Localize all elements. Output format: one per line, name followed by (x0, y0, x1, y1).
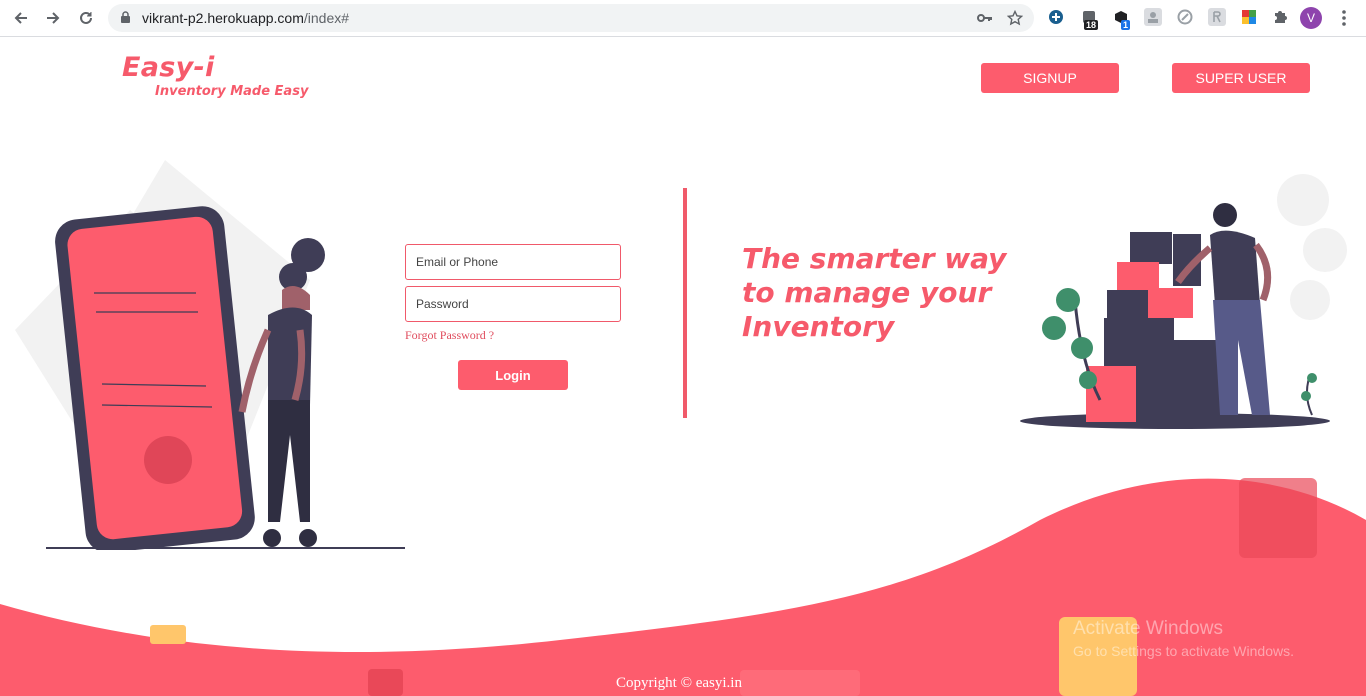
vertical-divider (683, 188, 687, 418)
phone-illustration (15, 160, 405, 550)
inventory-illustration (1020, 174, 1347, 429)
hero-tagline: The smarter way to manage your Inventory (742, 242, 1042, 344)
tagline-line: The smarter way (742, 242, 1007, 275)
login-button[interactable]: Login (458, 360, 568, 390)
activate-windows-title: Activate Windows (1073, 618, 1223, 639)
logo-tagline: Inventory Made Easy (155, 84, 309, 99)
forgot-password-link[interactable]: Forgot Password ? (405, 328, 494, 343)
activate-windows-subtitle: Go to Settings to activate Windows. (1073, 643, 1294, 659)
signup-button[interactable]: SIGNUP (981, 63, 1119, 93)
tagline-line: Inventory (742, 310, 895, 343)
password-field[interactable] (405, 286, 621, 322)
copyright-text: Copyright © easyi.in (616, 675, 742, 691)
logo-title[interactable]: Easy-i (122, 52, 215, 83)
tagline-line: to manage your (742, 276, 992, 309)
super-user-button[interactable]: SUPER USER (1172, 63, 1310, 93)
email-field[interactable] (405, 244, 621, 280)
